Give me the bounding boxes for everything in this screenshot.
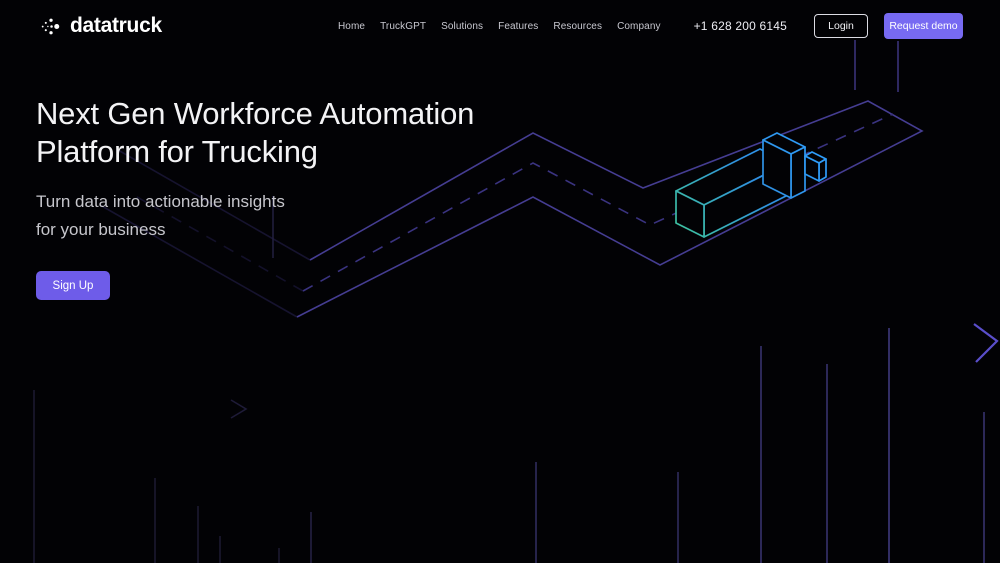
hero-title: Next Gen Workforce Automation Platform f… — [36, 95, 556, 171]
chevron-right-icon — [974, 324, 997, 362]
nav-link-truckgpt[interactable]: TruckGPT — [380, 21, 426, 32]
brand-logo[interactable]: datatruck — [38, 14, 162, 39]
top-navigation-bar: datatruck Home TruckGPT Solutions Featur… — [0, 0, 1000, 52]
nav-link-home[interactable]: Home — [338, 21, 365, 32]
login-button[interactable]: Login — [814, 14, 868, 38]
chevron-left-faint-icon — [231, 400, 246, 418]
hero-subtitle-line1: Turn data into actionable insights — [36, 192, 285, 211]
dot-burst-logo-icon — [38, 14, 63, 39]
nav-link-company[interactable]: Company — [617, 21, 661, 32]
hero-title-line1: Next Gen Workforce Automation — [36, 96, 474, 131]
phone-number-link[interactable]: +1 628 200 6145 — [694, 19, 787, 33]
truck-wireframe-graphic — [676, 133, 826, 237]
hero-subtitle-line2: for your business — [36, 220, 165, 239]
hero-section: Next Gen Workforce Automation Platform f… — [36, 95, 556, 300]
hero-subtitle: Turn data into actionable insights for y… — [36, 188, 556, 244]
main-nav: Home TruckGPT Solutions Features Resourc… — [338, 21, 661, 32]
bottom-vertical-lines — [34, 328, 984, 563]
sign-up-button[interactable]: Sign Up — [36, 271, 110, 300]
hero-title-line2: Platform for Trucking — [36, 134, 318, 169]
request-demo-button[interactable]: Request demo — [884, 13, 963, 39]
nav-link-resources[interactable]: Resources — [553, 21, 602, 32]
nav-link-solutions[interactable]: Solutions — [441, 21, 483, 32]
brand-name: datatruck — [70, 14, 162, 38]
nav-link-features[interactable]: Features — [498, 21, 538, 32]
